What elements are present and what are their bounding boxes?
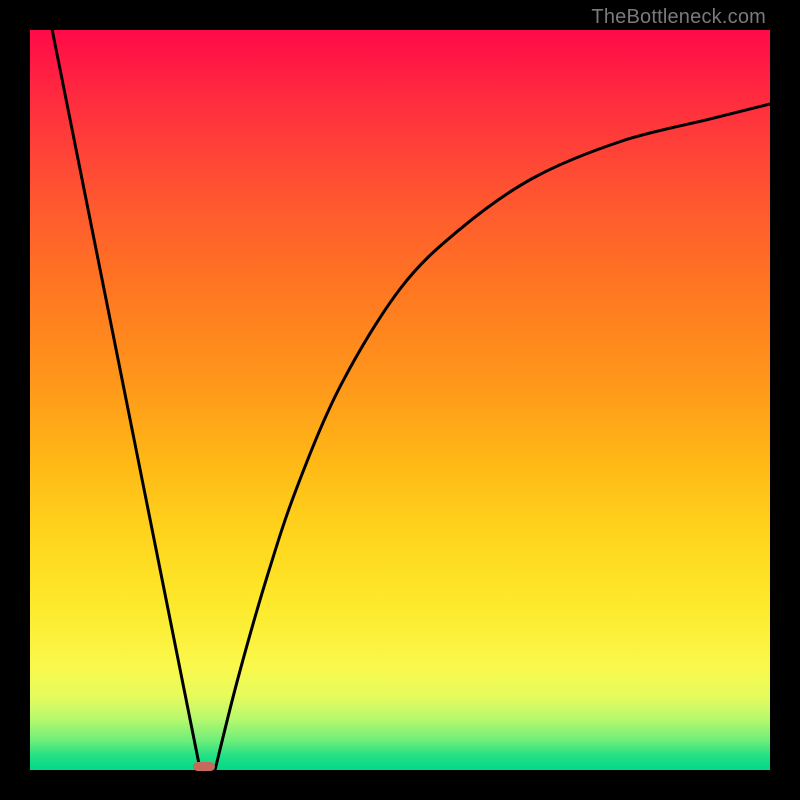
chart-frame: TheBottleneck.com: [0, 0, 800, 800]
curve-layer: [30, 30, 770, 770]
left-branch-line: [52, 30, 200, 770]
dip-marker: [193, 762, 215, 771]
right-branch-curve: [215, 104, 770, 770]
plot-area: [30, 30, 770, 770]
watermark-text: TheBottleneck.com: [591, 6, 766, 29]
